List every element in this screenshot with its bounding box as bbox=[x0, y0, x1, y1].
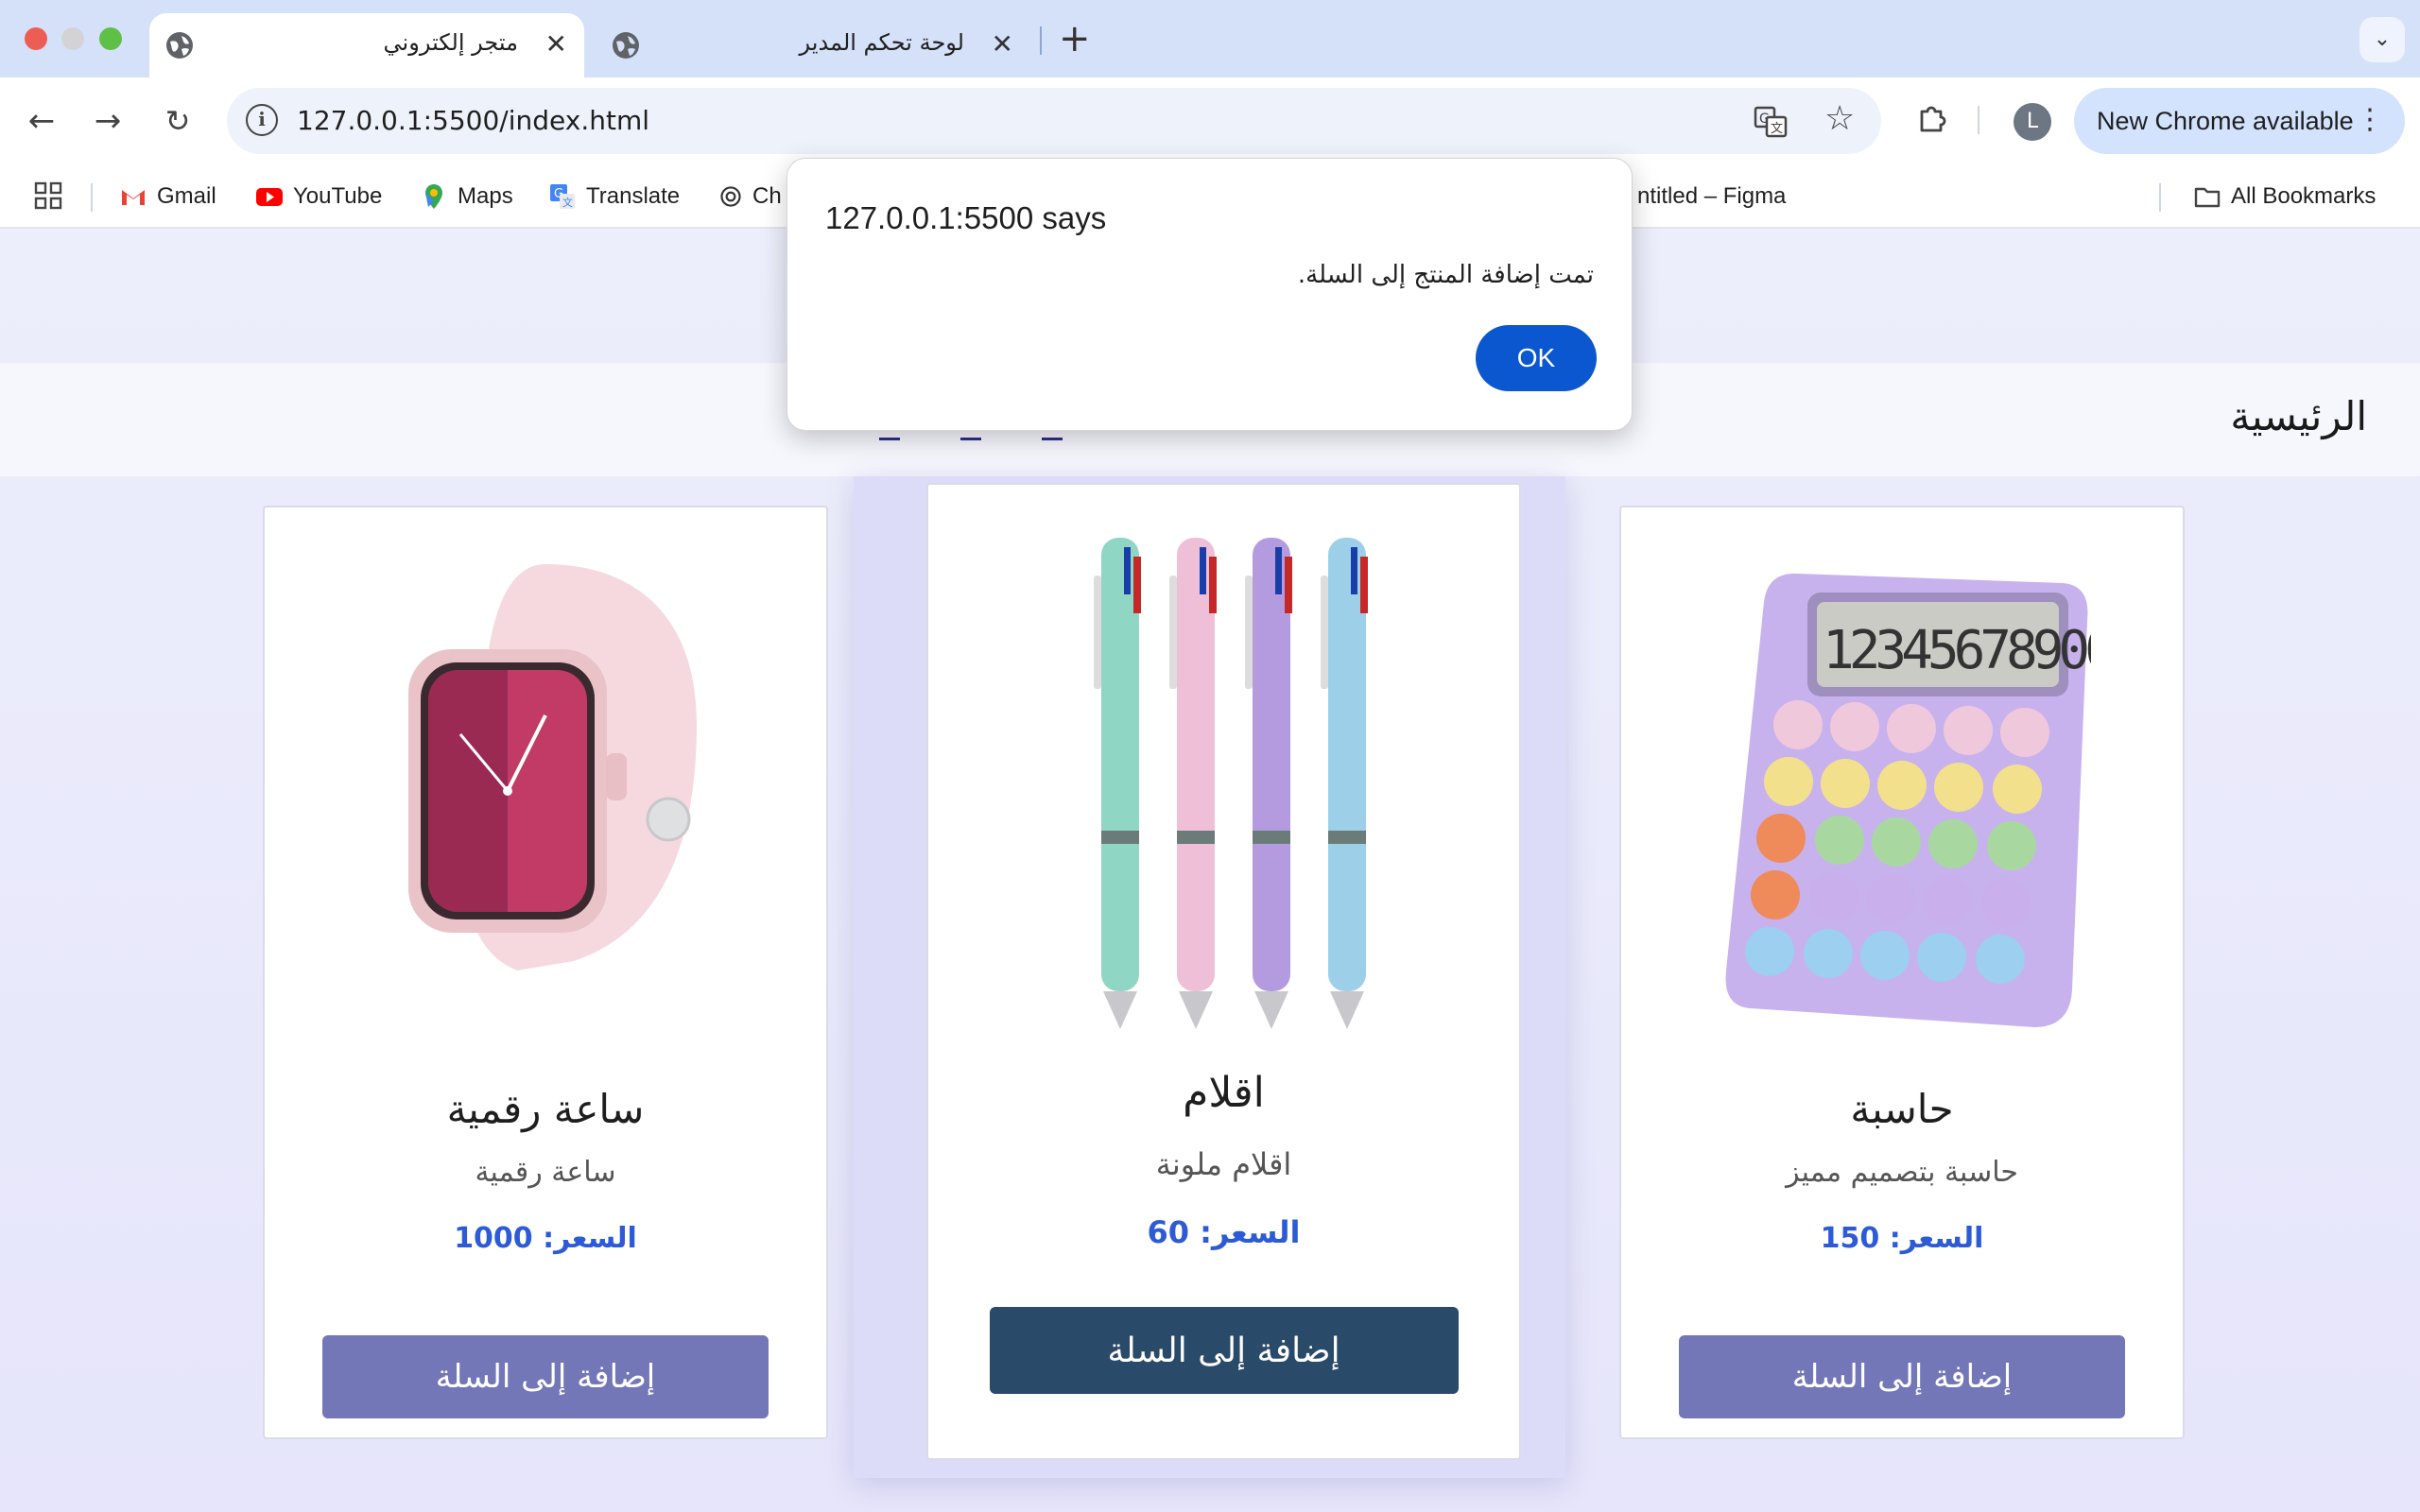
add-to-cart-button[interactable]: إضافة إلى السلة bbox=[1679, 1335, 2125, 1418]
product-card-pens: اقلام اقلام ملونة السعر: 60 إضافة إلى ال… bbox=[926, 483, 1521, 1460]
toolbar-divider bbox=[1978, 106, 1979, 134]
bookmark-translate[interactable]: G 文 Translate bbox=[548, 180, 680, 214]
bookmark-youtube[interactable]: YouTube bbox=[255, 180, 382, 214]
tab-bar: متجر إلكتروني ✕ لوحة تحكم المدير ✕ + ⌄ bbox=[0, 0, 2420, 77]
translate-icon[interactable]: G 文 bbox=[1754, 104, 1788, 138]
bookmark-label: All Bookmarks bbox=[2231, 183, 2377, 209]
calculator-image: 123456789000 bbox=[1725, 573, 2091, 1027]
tab-close-icon[interactable]: ✕ bbox=[992, 29, 1013, 60]
back-arrow-icon[interactable]: ← bbox=[19, 98, 64, 144]
calculator-keys bbox=[1745, 700, 2049, 984]
product-name: حاسبة bbox=[1850, 1086, 1954, 1132]
tab-title: متجر إلكتروني bbox=[383, 29, 518, 56]
bookmark-label: Ch bbox=[752, 183, 782, 209]
extensions-puzzle-icon[interactable] bbox=[1914, 100, 1950, 136]
pen-teal bbox=[1093, 538, 1139, 1029]
translate-app-icon: G 文 bbox=[550, 184, 575, 209]
nav-link-fragment[interactable] bbox=[960, 433, 981, 440]
new-tab-button[interactable]: + bbox=[1059, 19, 1091, 59]
tab-divider bbox=[1040, 26, 1042, 55]
bookmarks-divider bbox=[91, 183, 93, 212]
pens-image bbox=[1093, 538, 1368, 1029]
youtube-icon bbox=[256, 188, 283, 206]
maps-pin-icon bbox=[425, 184, 442, 209]
site-info-icon[interactable]: i bbox=[246, 104, 278, 136]
minimize-window-button[interactable] bbox=[61, 27, 84, 50]
product-card-watch: ساعة رقمية ساعة رقمية السعر: 1000 إضافة … bbox=[263, 506, 828, 1439]
svg-text:文: 文 bbox=[1771, 122, 1783, 136]
maximize-window-button[interactable] bbox=[99, 27, 122, 50]
tab-close-icon[interactable]: ✕ bbox=[545, 29, 567, 60]
tab-admin[interactable]: لوحة تحكم المدير ✕ bbox=[596, 13, 1030, 77]
bookmark-gmail[interactable]: Gmail bbox=[119, 180, 216, 214]
gmail-icon bbox=[122, 190, 145, 205]
bookmark-label: ntitled – Figma bbox=[1637, 183, 1787, 209]
forward-arrow-icon[interactable]: → bbox=[85, 98, 130, 144]
address-bar[interactable]: i 127.0.0.1:5500/index.html G 文 ☆ bbox=[227, 88, 1881, 154]
tab-search-button[interactable]: ⌄ bbox=[2360, 17, 2405, 62]
product-name: ساعة رقمية bbox=[446, 1086, 645, 1132]
dialog-message: تمت إضافة المنتج إلى السلة. bbox=[1297, 261, 1594, 289]
address-url[interactable]: 127.0.0.1:5500/index.html bbox=[297, 105, 649, 136]
pen-pink bbox=[1168, 538, 1215, 1029]
svg-text:文: 文 bbox=[562, 196, 573, 209]
tab-store[interactable]: متجر إلكتروني ✕ bbox=[149, 13, 584, 77]
pen-blue bbox=[1320, 538, 1366, 1029]
chatgpt-icon bbox=[720, 186, 741, 207]
close-window-button[interactable] bbox=[25, 27, 47, 50]
profile-avatar[interactable]: L bbox=[2014, 103, 2051, 141]
bookmark-label: Gmail bbox=[157, 183, 216, 209]
product-description: ساعة رقمية bbox=[475, 1156, 616, 1189]
tab-title: لوحة تحكم المدير bbox=[799, 29, 964, 56]
toolbar: ← → ↻ i 127.0.0.1:5500/index.html G 文 ☆ … bbox=[0, 77, 2420, 164]
bookmark-label: Translate bbox=[586, 183, 681, 209]
chrome-update-button[interactable]: New Chrome available ⋮ bbox=[2074, 88, 2405, 154]
product-price: السعر: 150 bbox=[1820, 1222, 1984, 1255]
bookmark-figma[interactable]: ntitled – Figma bbox=[1637, 180, 1786, 214]
product-price: السعر: 60 bbox=[1147, 1214, 1301, 1250]
globe-icon bbox=[613, 32, 639, 59]
alert-dialog: 127.0.0.1:5500 says تمت إضافة المنتج إلى… bbox=[786, 158, 1633, 431]
add-to-cart-button[interactable]: إضافة إلى السلة bbox=[322, 1335, 769, 1418]
reload-icon[interactable]: ↻ bbox=[155, 98, 200, 144]
add-to-cart-button[interactable]: إضافة إلى السلة bbox=[989, 1307, 1459, 1394]
product-price: السعر: 1000 bbox=[454, 1222, 637, 1255]
update-label: New Chrome available bbox=[2097, 107, 2354, 135]
nav-link-fragment[interactable] bbox=[879, 433, 900, 440]
bookmarks-divider bbox=[2159, 183, 2161, 212]
svg-text:123456789000: 123456789000 bbox=[1823, 620, 2091, 681]
apps-grid-icon[interactable] bbox=[34, 181, 62, 210]
folder-icon bbox=[2194, 187, 2221, 208]
ok-button[interactable]: OK bbox=[1476, 325, 1597, 391]
globe-icon bbox=[166, 32, 193, 59]
bookmark-maps[interactable]: Maps bbox=[420, 180, 513, 214]
all-bookmarks-button[interactable]: All Bookmarks bbox=[2193, 180, 2376, 214]
bookmark-label: Maps bbox=[458, 183, 513, 209]
bookmark-label: YouTube bbox=[293, 183, 383, 209]
more-menu-icon[interactable]: ⋮ bbox=[2356, 101, 2384, 139]
product-name: اقلام bbox=[1183, 1069, 1265, 1117]
product-description: اقلام ملونة bbox=[1155, 1146, 1292, 1182]
dialog-title: 127.0.0.1:5500 says bbox=[825, 200, 1107, 235]
smartwatch-image bbox=[408, 564, 697, 971]
pen-purple bbox=[1244, 538, 1290, 1029]
nav-link-home[interactable]: الرئيسية bbox=[2230, 393, 2367, 439]
product-card-calculator: 123456789000 حاسبة حاسبة بتصميم مميز الس… bbox=[1619, 506, 2185, 1439]
product-description: حاسبة بتصميم مميز bbox=[1786, 1156, 2018, 1189]
bookmark-chatgpt[interactable]: Ch bbox=[718, 180, 782, 214]
nav-link-fragment[interactable] bbox=[1042, 433, 1063, 440]
bookmark-star-icon[interactable]: ☆ bbox=[1824, 100, 1855, 138]
